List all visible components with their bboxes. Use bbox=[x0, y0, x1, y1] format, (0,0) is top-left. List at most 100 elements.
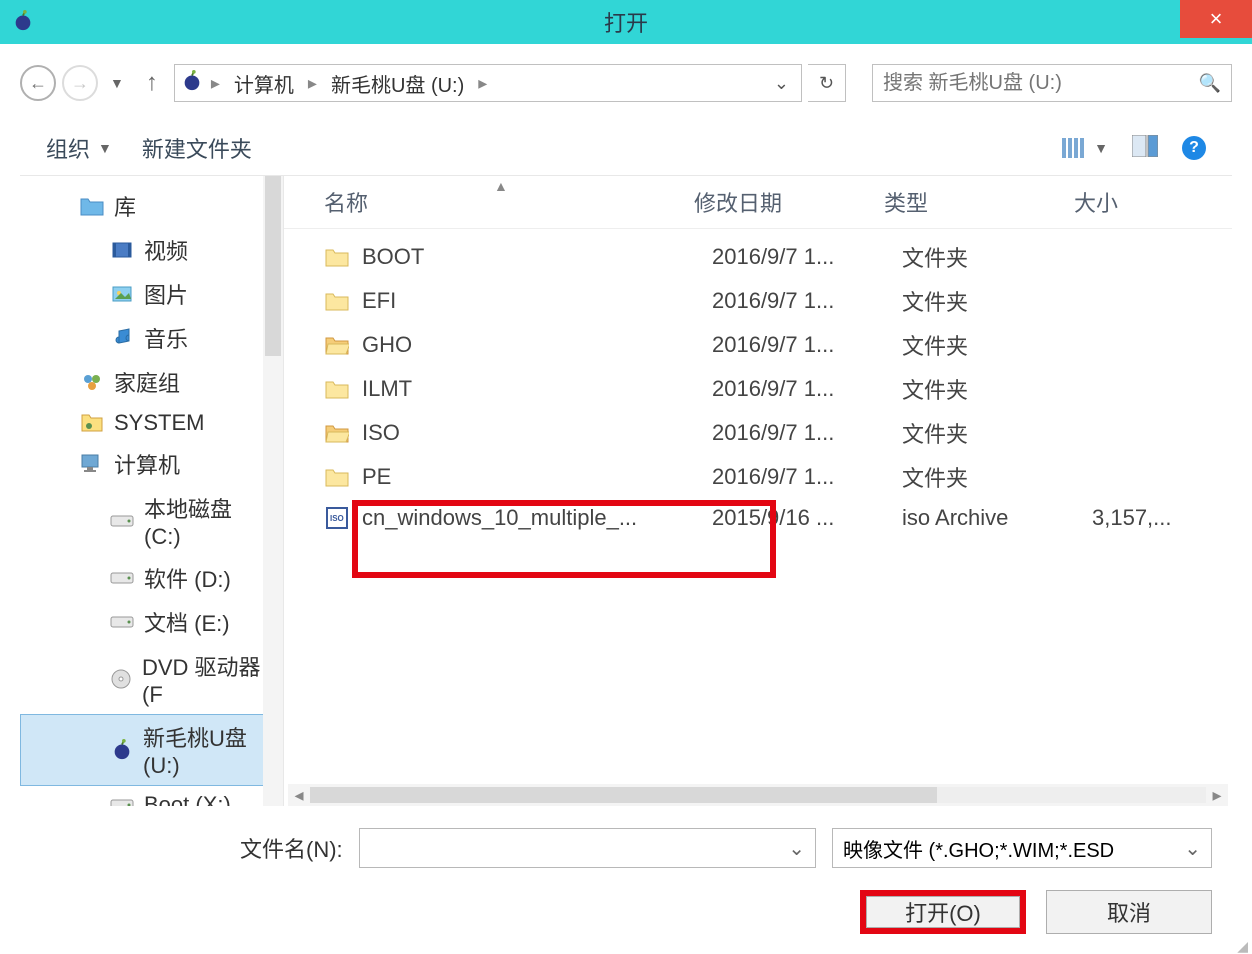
file-size: 3,157,... bbox=[1092, 505, 1212, 531]
filename-input[interactable]: ⌄ bbox=[359, 828, 816, 868]
resize-grip-icon[interactable]: ◢ bbox=[1237, 942, 1248, 950]
drive-icon bbox=[110, 610, 134, 634]
tree-item-label: 视频 bbox=[144, 234, 188, 266]
tree-item-label: 本地磁盘 (C:) bbox=[144, 492, 273, 550]
tree-item-label: SYSTEM bbox=[114, 410, 204, 436]
file-type: 文件夹 bbox=[902, 373, 1092, 405]
tree-item[interactable]: 库 bbox=[20, 184, 283, 228]
back-icon: ← bbox=[29, 73, 47, 94]
tree-item-label: 计算机 bbox=[114, 448, 180, 480]
file-row[interactable]: ILMT2016/9/7 1...文件夹 bbox=[284, 367, 1232, 411]
computer-icon bbox=[80, 452, 104, 476]
help-button[interactable]: ? bbox=[1182, 136, 1206, 160]
forward-button[interactable]: → bbox=[62, 65, 98, 101]
search-input[interactable] bbox=[883, 72, 1199, 95]
scroll-left-icon[interactable]: ◂ bbox=[288, 785, 310, 806]
chevron-down-icon: ⌄ bbox=[1184, 836, 1201, 861]
music-icon bbox=[110, 326, 134, 350]
tree-item[interactable]: 计算机 bbox=[20, 442, 283, 486]
file-date: 2016/9/7 1... bbox=[712, 244, 902, 270]
up-button[interactable]: ↑ bbox=[136, 69, 168, 97]
file-type: 文件夹 bbox=[902, 417, 1092, 449]
file-row[interactable]: ISOcn_windows_10_multiple_...2015/9/16 .… bbox=[284, 499, 1232, 537]
tree-item-label: 新毛桃U盘 (U:) bbox=[143, 721, 272, 779]
tree-item-label: 音乐 bbox=[144, 322, 188, 354]
file-row[interactable]: ISO2016/9/7 1...文件夹 bbox=[284, 411, 1232, 455]
history-dropdown[interactable]: ▼ bbox=[104, 75, 130, 91]
refresh-button[interactable]: ↻ bbox=[808, 64, 846, 102]
tree-item[interactable]: 软件 (D:) bbox=[20, 556, 283, 600]
folder-open-icon bbox=[324, 420, 350, 446]
scrollbar-track[interactable] bbox=[310, 787, 1206, 803]
breadcrumb-bar[interactable]: ▸ 计算机 ▸ 新毛桃U盘 (U:) ▸ ⌄ bbox=[174, 64, 802, 102]
folder-open-icon bbox=[324, 332, 350, 358]
tree-item[interactable]: 音乐 bbox=[20, 316, 283, 360]
video-icon bbox=[110, 238, 134, 262]
back-button[interactable]: ← bbox=[20, 65, 56, 101]
library-icon bbox=[80, 194, 104, 218]
file-type: 文件夹 bbox=[902, 461, 1092, 493]
user-icon bbox=[80, 411, 104, 435]
file-name: BOOT bbox=[362, 244, 712, 270]
chevron-down-icon[interactable]: ⌄ bbox=[788, 836, 805, 861]
new-folder-button[interactable]: 新建文件夹 bbox=[142, 132, 252, 164]
tree-item-label: 家庭组 bbox=[114, 366, 180, 398]
drive-icon bbox=[110, 793, 134, 806]
filename-label: 文件名(N): bbox=[240, 832, 343, 864]
search-box[interactable]: 🔍 bbox=[872, 64, 1232, 102]
column-header-date[interactable]: 修改日期 bbox=[694, 186, 884, 218]
folder-icon bbox=[324, 244, 350, 270]
tree-item[interactable]: SYSTEM bbox=[20, 404, 283, 442]
tree-item[interactable]: 图片 bbox=[20, 272, 283, 316]
scrollbar-thumb[interactable] bbox=[310, 787, 937, 803]
breadcrumb-item[interactable]: 新毛桃U盘 (U:) bbox=[325, 67, 470, 100]
close-button[interactable]: × bbox=[1180, 0, 1252, 38]
tree-item[interactable]: 视频 bbox=[20, 228, 283, 272]
search-icon[interactable]: 🔍 bbox=[1199, 73, 1221, 94]
tree-scrollbar[interactable] bbox=[263, 176, 283, 806]
file-row[interactable]: EFI2016/9/7 1...文件夹 bbox=[284, 279, 1232, 323]
tree-item[interactable]: 本地磁盘 (C:) bbox=[20, 486, 283, 556]
breadcrumb-sep-icon: ▸ bbox=[304, 73, 321, 94]
preview-pane-button[interactable] bbox=[1132, 135, 1158, 162]
view-options-button[interactable]: ▼ bbox=[1060, 135, 1108, 161]
breadcrumb-icon bbox=[181, 70, 203, 97]
button-row: 打开(O) 取消 bbox=[20, 882, 1232, 954]
horizontal-scrollbar[interactable]: ◂ ▸ bbox=[288, 784, 1228, 806]
picture-icon bbox=[110, 282, 134, 306]
breadcrumb-dropdown-icon[interactable]: ⌄ bbox=[768, 73, 795, 94]
scroll-right-icon[interactable]: ▸ bbox=[1206, 785, 1228, 806]
filetype-filter[interactable]: 映像文件 (*.GHO;*.WIM;*.ESD ⌄ bbox=[832, 828, 1212, 868]
open-button[interactable]: 打开(O) bbox=[866, 896, 1020, 928]
tree-item-label: 软件 (D:) bbox=[144, 562, 231, 594]
titlebar: 打开 × bbox=[0, 0, 1252, 44]
column-header-size[interactable]: 大小 bbox=[1074, 186, 1194, 218]
organize-menu[interactable]: 组织 ▼ bbox=[46, 132, 112, 164]
file-name: cn_windows_10_multiple_... bbox=[362, 505, 712, 531]
file-date: 2016/9/7 1... bbox=[712, 464, 902, 490]
window-title: 打开 bbox=[604, 6, 648, 38]
tree-item[interactable]: 家庭组 bbox=[20, 360, 283, 404]
file-row[interactable]: GHO2016/9/7 1...文件夹 bbox=[284, 323, 1232, 367]
toolbar: 组织 ▼ 新建文件夹 ▼ ? bbox=[20, 122, 1232, 175]
breadcrumb-sep-icon: ▸ bbox=[207, 73, 224, 94]
scrollbar-thumb[interactable] bbox=[265, 176, 281, 356]
file-name: ILMT bbox=[362, 376, 712, 402]
column-header-type[interactable]: 类型 bbox=[884, 186, 1074, 218]
file-date: 2016/9/7 1... bbox=[712, 332, 902, 358]
chevron-down-icon: ▼ bbox=[1094, 140, 1108, 156]
tree-item[interactable]: DVD 驱动器 (F bbox=[20, 644, 283, 714]
breadcrumb-item[interactable]: 计算机 bbox=[228, 67, 300, 100]
tree-item[interactable]: Boot (X:) bbox=[20, 786, 283, 806]
iso-icon: ISO bbox=[324, 505, 350, 531]
app-icon bbox=[12, 10, 36, 34]
file-type: 文件夹 bbox=[902, 241, 1092, 273]
file-type: 文件夹 bbox=[902, 329, 1092, 361]
drive-icon bbox=[110, 509, 134, 533]
file-row[interactable]: PE2016/9/7 1...文件夹 bbox=[284, 455, 1232, 499]
filename-row: 文件名(N): ⌄ 映像文件 (*.GHO;*.WIM;*.ESD ⌄ bbox=[20, 806, 1232, 882]
tree-item[interactable]: 新毛桃U盘 (U:) bbox=[20, 714, 283, 786]
tree-item[interactable]: 文档 (E:) bbox=[20, 600, 283, 644]
cancel-button[interactable]: 取消 bbox=[1046, 890, 1212, 934]
file-row[interactable]: BOOT2016/9/7 1...文件夹 bbox=[284, 235, 1232, 279]
